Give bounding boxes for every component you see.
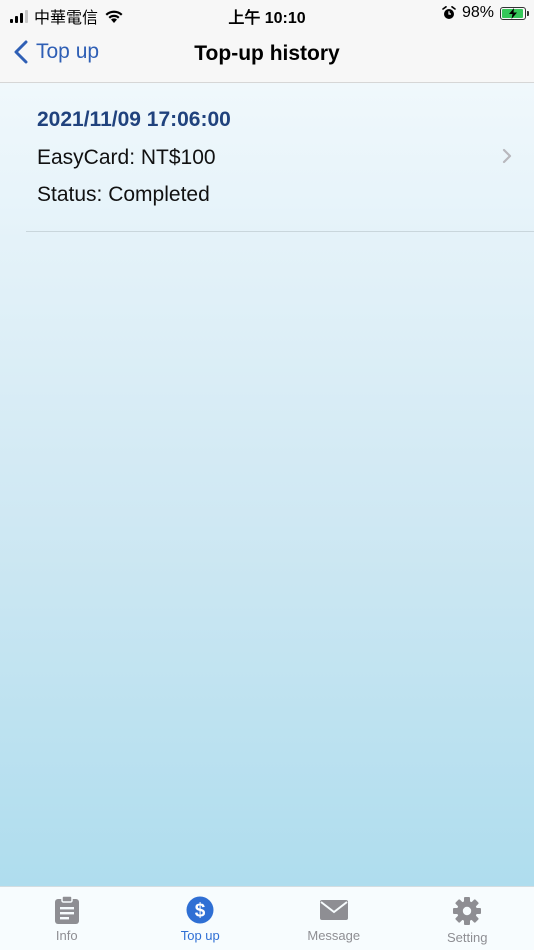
page-title: Top-up history: [194, 42, 340, 65]
tab-setting[interactable]: Setting: [401, 887, 534, 950]
tab-bar: Info $ Top up Message Setting: [0, 886, 534, 950]
status-bar-right: 98%: [442, 4, 529, 22]
svg-text:$: $: [195, 901, 206, 922]
battery-icon: [500, 6, 529, 20]
clipboard-icon: [54, 896, 79, 924]
battery-cap: [527, 10, 529, 16]
navigation-bar: Top up Top-up history: [0, 28, 534, 83]
charging-bolt-icon: [509, 7, 517, 19]
gear-icon: [453, 897, 482, 925]
envelope-icon: [319, 900, 348, 920]
tab-top-up-label: Top up: [180, 928, 220, 943]
history-status: Status: Completed: [37, 183, 210, 206]
status-bar: 中華電信 上午 10:10 98%: [0, 0, 534, 28]
tab-message[interactable]: Message: [267, 887, 401, 950]
tab-info-label: Info: [55, 928, 78, 943]
alarm-clock-icon: [442, 6, 456, 19]
battery-percent: 98%: [461, 4, 494, 21]
tab-top-up[interactable]: $ Top up: [134, 887, 268, 950]
history-amount: EasyCard: NT$100: [37, 146, 216, 169]
tab-setting-label: Setting: [447, 930, 488, 945]
tab-info[interactable]: Info: [0, 887, 134, 950]
tab-message-label: Message: [307, 928, 361, 943]
history-list-item[interactable]: 2021/11/09 17:06:00 EasyCard: NT$100 Sta…: [26, 84, 534, 232]
history-datetime: 2021/11/09 17:06:00: [37, 108, 231, 131]
dollar-icon: $: [186, 896, 214, 924]
chevron-right-icon: [502, 148, 512, 164]
